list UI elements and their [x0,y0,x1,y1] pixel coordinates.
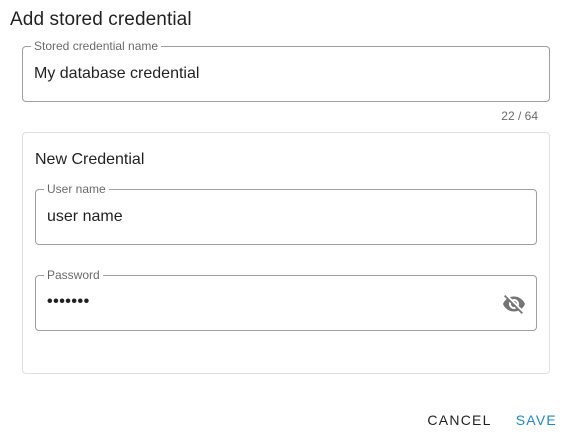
dialog-title: Add stored credential [10,9,192,30]
username-input[interactable]: user name [47,206,123,228]
password-input[interactable]: ••••••• [47,291,90,313]
password-field[interactable]: Password ••••••• [35,268,537,331]
cancel-button[interactable]: CANCEL [419,404,499,435]
credential-name-field[interactable]: Stored credential name My database crede… [22,39,550,102]
character-counter: 22 / 64 [501,109,538,123]
new-credential-card: New Credential User name user name Passw… [22,132,550,374]
password-label: Password [44,268,103,282]
visibility-off-icon[interactable] [502,292,526,316]
dialog-actions: CANCEL SAVE [411,404,565,435]
username-label: User name [44,182,109,196]
add-credential-dialog: Add stored credential Stored credential … [0,0,569,435]
credential-name-input[interactable]: My database credential [34,63,199,85]
new-credential-title: New Credential [35,151,145,168]
username-field[interactable]: User name user name [35,182,537,245]
credential-name-label: Stored credential name [31,39,162,53]
save-button[interactable]: SAVE [508,404,565,435]
